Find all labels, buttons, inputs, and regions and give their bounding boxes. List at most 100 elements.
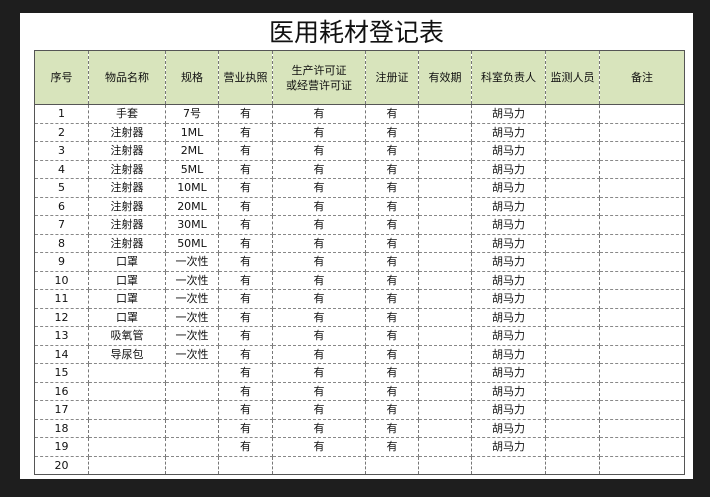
table-cell[interactable]: 胡马力 xyxy=(471,289,546,309)
table-cell[interactable] xyxy=(272,456,366,475)
table-cell[interactable] xyxy=(418,437,472,457)
table-cell[interactable]: 胡马力 xyxy=(471,382,546,401)
table-cell[interactable]: 胡马力 xyxy=(471,437,546,457)
table-cell[interactable] xyxy=(418,271,472,290)
table-cell[interactable] xyxy=(418,345,472,364)
table-cell[interactable] xyxy=(599,289,685,309)
table-cell[interactable]: 胡马力 xyxy=(471,363,546,383)
table-cell[interactable] xyxy=(545,437,600,457)
table-cell[interactable]: 有 xyxy=(218,234,273,253)
table-cell[interactable]: 有 xyxy=(272,289,366,309)
column-header[interactable]: 物品名称 xyxy=(88,50,166,105)
table-cell[interactable] xyxy=(599,345,685,364)
table-cell[interactable] xyxy=(599,456,685,475)
table-cell[interactable] xyxy=(165,456,219,475)
table-cell[interactable]: 3 xyxy=(34,141,89,161)
table-cell[interactable]: 有 xyxy=(218,345,273,364)
table-cell[interactable]: 有 xyxy=(272,123,366,142)
table-cell[interactable] xyxy=(545,123,600,142)
table-cell[interactable]: 胡马力 xyxy=(471,252,546,272)
table-cell[interactable] xyxy=(545,215,600,235)
table-cell[interactable] xyxy=(545,363,600,383)
table-cell[interactable] xyxy=(545,178,600,198)
table-cell[interactable] xyxy=(88,437,166,457)
table-cell[interactable]: 有 xyxy=(272,326,366,346)
table-cell[interactable]: 胡马力 xyxy=(471,160,546,179)
table-cell[interactable] xyxy=(545,326,600,346)
table-cell[interactable]: 18 xyxy=(34,419,89,438)
table-cell[interactable]: 胡马力 xyxy=(471,234,546,253)
table-cell[interactable]: 口罩 xyxy=(88,271,166,290)
table-cell[interactable] xyxy=(599,197,685,216)
column-header[interactable]: 科室负责人 xyxy=(471,50,546,105)
table-cell[interactable] xyxy=(545,197,600,216)
table-cell[interactable] xyxy=(165,363,219,383)
table-cell[interactable]: 有 xyxy=(272,215,366,235)
table-cell[interactable]: 胡马力 xyxy=(471,271,546,290)
table-cell[interactable]: 2 xyxy=(34,123,89,142)
table-cell[interactable]: 8 xyxy=(34,234,89,253)
table-cell[interactable]: 有 xyxy=(365,271,419,290)
table-cell[interactable]: 20ML xyxy=(165,197,219,216)
table-cell[interactable] xyxy=(599,123,685,142)
table-cell[interactable]: 5ML xyxy=(165,160,219,179)
table-cell[interactable]: 有 xyxy=(272,363,366,383)
table-cell[interactable] xyxy=(165,419,219,438)
table-cell[interactable]: 有 xyxy=(218,326,273,346)
column-header[interactable]: 生产许可证 或经营许可证 xyxy=(272,50,366,105)
table-cell[interactable]: 19 xyxy=(34,437,89,457)
table-cell[interactable]: 6 xyxy=(34,197,89,216)
column-header[interactable]: 营业执照 xyxy=(218,50,273,105)
table-cell[interactable] xyxy=(545,400,600,420)
table-cell[interactable]: 有 xyxy=(218,437,273,457)
table-cell[interactable]: 有 xyxy=(365,197,419,216)
table-cell[interactable] xyxy=(418,363,472,383)
table-cell[interactable]: 有 xyxy=(218,271,273,290)
table-cell[interactable] xyxy=(545,252,600,272)
table-cell[interactable] xyxy=(599,178,685,198)
table-cell[interactable]: 胡马力 xyxy=(471,141,546,161)
table-cell[interactable] xyxy=(545,345,600,364)
table-cell[interactable] xyxy=(545,104,600,124)
table-cell[interactable]: 一次性 xyxy=(165,308,219,327)
table-cell[interactable]: 注射器 xyxy=(88,215,166,235)
table-cell[interactable] xyxy=(418,234,472,253)
table-cell[interactable] xyxy=(545,419,600,438)
table-cell[interactable]: 1 xyxy=(34,104,89,124)
table-cell[interactable] xyxy=(418,104,472,124)
table-cell[interactable]: 9 xyxy=(34,252,89,272)
table-cell[interactable] xyxy=(599,141,685,161)
table-cell[interactable]: 有 xyxy=(272,437,366,457)
table-cell[interactable]: 有 xyxy=(365,308,419,327)
table-cell[interactable]: 有 xyxy=(365,160,419,179)
table-cell[interactable]: 一次性 xyxy=(165,252,219,272)
table-cell[interactable] xyxy=(418,308,472,327)
table-cell[interactable] xyxy=(599,271,685,290)
table-cell[interactable]: 有 xyxy=(365,141,419,161)
table-cell[interactable]: 有 xyxy=(218,400,273,420)
table-cell[interactable]: 有 xyxy=(272,382,366,401)
table-cell[interactable]: 胡马力 xyxy=(471,178,546,198)
table-cell[interactable] xyxy=(218,456,273,475)
table-cell[interactable]: 有 xyxy=(272,252,366,272)
table-cell[interactable] xyxy=(418,289,472,309)
table-cell[interactable] xyxy=(88,382,166,401)
table-cell[interactable]: 吸氧管 xyxy=(88,326,166,346)
table-cell[interactable] xyxy=(599,419,685,438)
table-cell[interactable]: 1ML xyxy=(165,123,219,142)
table-cell[interactable]: 一次性 xyxy=(165,345,219,364)
table-cell[interactable] xyxy=(418,215,472,235)
table-cell[interactable]: 有 xyxy=(272,141,366,161)
column-header[interactable]: 规格 xyxy=(165,50,219,105)
table-cell[interactable]: 有 xyxy=(365,234,419,253)
table-cell[interactable] xyxy=(418,456,472,475)
table-cell[interactable]: 注射器 xyxy=(88,123,166,142)
table-cell[interactable] xyxy=(418,326,472,346)
table-cell[interactable] xyxy=(545,382,600,401)
table-cell[interactable]: 注射器 xyxy=(88,234,166,253)
table-cell[interactable] xyxy=(545,308,600,327)
table-cell[interactable]: 有 xyxy=(272,178,366,198)
table-cell[interactable]: 7号 xyxy=(165,104,219,124)
table-cell[interactable]: 14 xyxy=(34,345,89,364)
table-cell[interactable] xyxy=(418,160,472,179)
